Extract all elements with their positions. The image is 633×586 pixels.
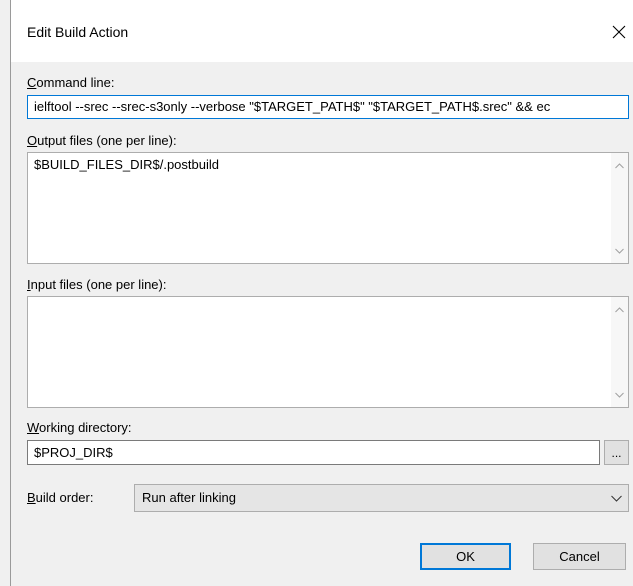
- cancel-button-label: Cancel: [559, 549, 600, 564]
- input-files-scrollbar[interactable]: [611, 297, 628, 407]
- input-files-label-text: nput files (one per line):: [30, 277, 167, 292]
- output-files-scrollbar[interactable]: [611, 153, 628, 263]
- input-files-label: Input files (one per line):: [27, 277, 166, 292]
- browse-button[interactable]: ...: [604, 440, 629, 465]
- ok-button-label: OK: [456, 549, 475, 564]
- output-files-textarea[interactable]: $BUILD_FILES_DIR$/.postbuild: [27, 152, 629, 264]
- build-order-selected: Run after linking: [142, 490, 236, 505]
- output-files-label: Output files (one per line):: [27, 133, 177, 148]
- build-order-select[interactable]: Run after linking: [134, 484, 629, 512]
- edit-build-action-dialog: Edit Build Action Command line: ielftool…: [10, 0, 633, 586]
- build-order-label: Build order:: [27, 490, 93, 505]
- working-directory-label-accesskey: W: [27, 420, 40, 435]
- working-directory-input[interactable]: $PROJ_DIR$: [27, 440, 600, 465]
- chevron-down-icon: [615, 392, 624, 398]
- chevron-down-icon: [615, 248, 624, 254]
- chevron-down-icon: [611, 495, 622, 502]
- cancel-button[interactable]: Cancel: [533, 543, 626, 570]
- output-scroll-up[interactable]: [611, 157, 628, 174]
- command-line-value: ielftool --srec --srec-s3only --verbose …: [34, 99, 551, 114]
- command-line-label: Command line:: [27, 75, 114, 90]
- build-order-dropdown-arrow: [611, 485, 622, 511]
- chevron-up-icon: [615, 162, 624, 168]
- output-files-label-accesskey: O: [27, 133, 38, 148]
- working-directory-value: $PROJ_DIR$: [34, 445, 113, 460]
- output-files-value: $BUILD_FILES_DIR$/.postbuild: [34, 157, 219, 172]
- title-bar: Edit Build Action: [11, 0, 633, 62]
- chevron-up-icon: [615, 306, 624, 312]
- input-scroll-down[interactable]: [611, 386, 628, 403]
- output-files-label-text: utput files (one per line):: [37, 133, 177, 148]
- browse-button-label: ...: [611, 445, 622, 460]
- input-scroll-up[interactable]: [611, 301, 628, 318]
- close-button[interactable]: [605, 14, 633, 50]
- output-scroll-down[interactable]: [611, 242, 628, 259]
- working-directory-label-text: orking directory:: [39, 420, 132, 435]
- build-order-label-text: uild order:: [35, 490, 94, 505]
- ok-button[interactable]: OK: [420, 543, 511, 570]
- input-files-textarea[interactable]: [27, 296, 629, 408]
- command-line-label-accesskey: C: [27, 75, 37, 90]
- dialog-title: Edit Build Action: [27, 24, 129, 40]
- command-line-label-text: ommand line:: [36, 75, 115, 90]
- close-icon: [612, 25, 626, 39]
- command-line-input[interactable]: ielftool --srec --srec-s3only --verbose …: [27, 95, 629, 119]
- working-directory-label: Working directory:: [27, 420, 132, 435]
- build-order-label-accesskey: B: [27, 490, 36, 505]
